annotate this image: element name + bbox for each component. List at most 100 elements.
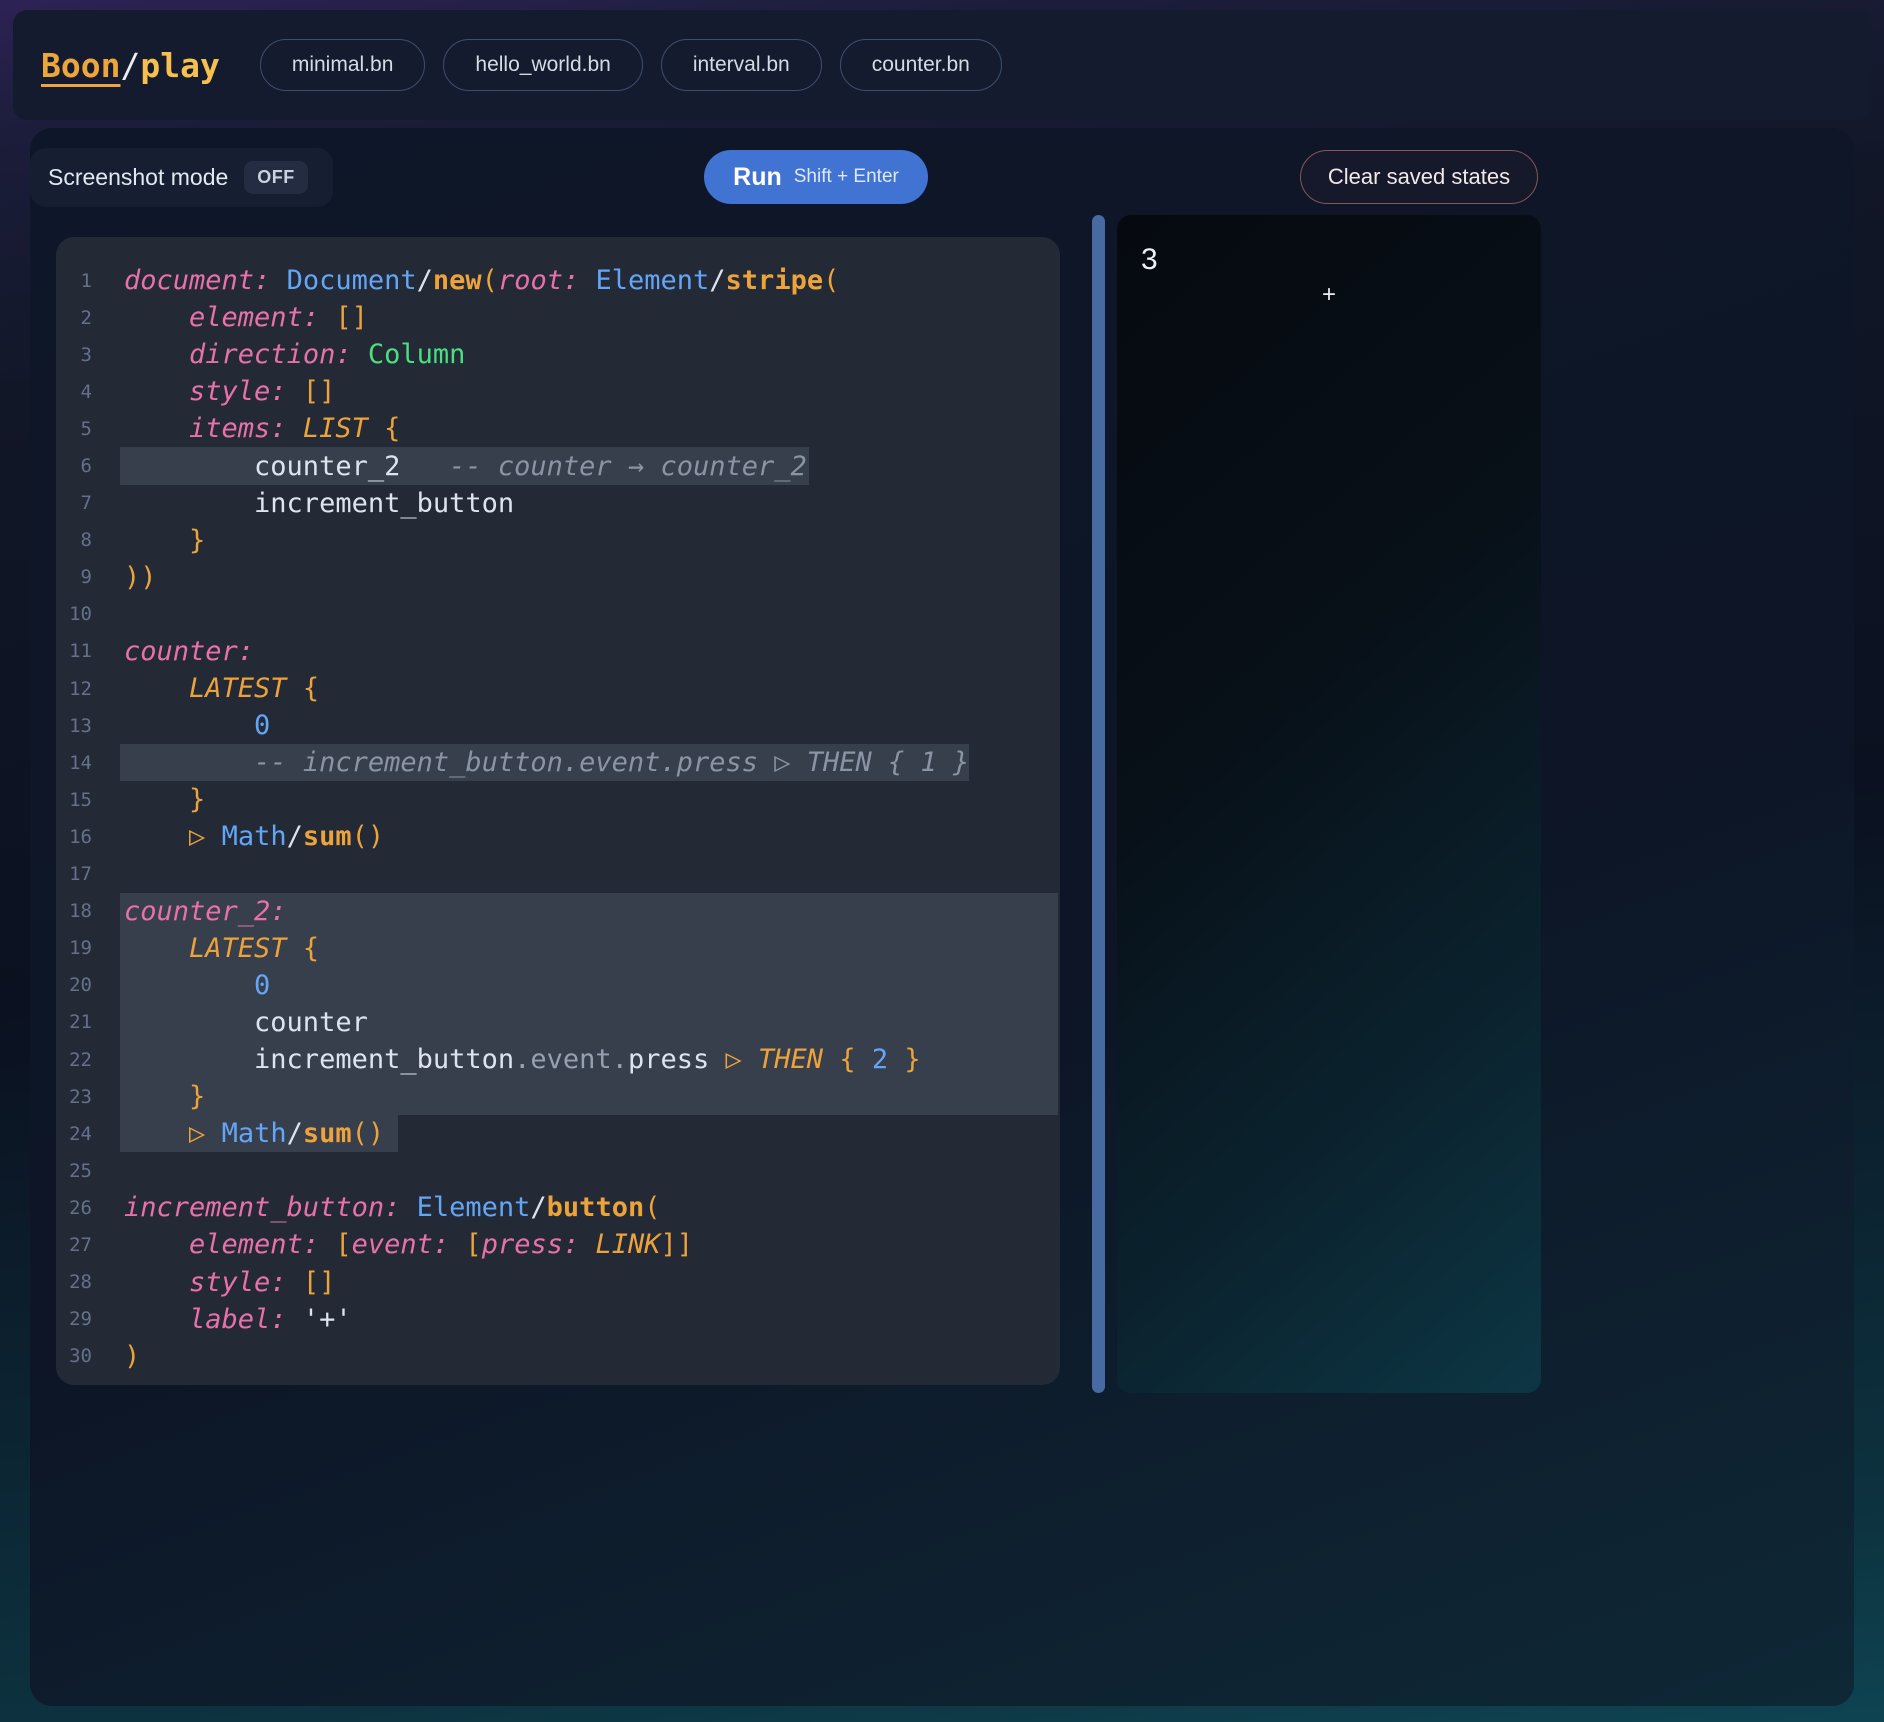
logo-app-name: play <box>140 46 219 85</box>
code-lines: 1 document: Document/new(root: Element/st… <box>56 262 1060 1375</box>
line-number: 21 <box>56 1011 92 1033</box>
code-text: label: '+' <box>124 1304 352 1335</box>
code-line: 6 counter_2 -- counter → counter_2 <box>56 447 1060 484</box>
code-text: 0 <box>124 710 270 741</box>
code-text: ) <box>124 1341 140 1372</box>
code-line: 25 <box>56 1152 1060 1189</box>
code-editor[interactable]: 1 document: Document/new(root: Element/st… <box>56 237 1060 1385</box>
code-text: element: [] <box>124 302 368 333</box>
code-line: 14 -- increment_button.event.press ▷ THE… <box>56 744 1060 781</box>
code-text: counter_2: <box>124 896 287 927</box>
top-bar: Boon/play minimal.bn hello_world.bn inte… <box>13 10 1871 120</box>
line-number: 26 <box>56 1197 92 1219</box>
line-number: 22 <box>56 1049 92 1071</box>
code-text: } <box>124 784 205 815</box>
code-text: )) <box>124 562 157 593</box>
line-number: 25 <box>56 1160 92 1182</box>
line-number: 20 <box>56 974 92 996</box>
code-line: 11counter: <box>56 633 1060 670</box>
code-text: ▷ Math/sum() <box>124 1118 384 1149</box>
line-number: 5 <box>56 418 92 440</box>
main-panel: Screenshot mode OFF Run Shift + Enter Cl… <box>30 128 1854 1706</box>
line-number: 15 <box>56 789 92 811</box>
line-number: 13 <box>56 715 92 737</box>
line-number: 11 <box>56 640 92 662</box>
line-number: 9 <box>56 566 92 588</box>
code-line: 4 style: [] <box>56 373 1060 410</box>
code-text: element: [event: [press: LINK]] <box>124 1229 693 1260</box>
line-number: 14 <box>56 752 92 774</box>
line-number: 29 <box>56 1308 92 1330</box>
logo-separator: / <box>120 46 140 85</box>
tab-counter-bn[interactable]: counter.bn <box>840 39 1002 91</box>
screenshot-mode-label: Screenshot mode <box>48 164 228 191</box>
line-number: 23 <box>56 1086 92 1108</box>
code-text: increment_button <box>124 488 514 519</box>
line-number: 24 <box>56 1123 92 1145</box>
code-text: document: Document/new(root: Element/str… <box>124 265 839 296</box>
code-line: 17 <box>56 856 1060 893</box>
code-text: style: [] <box>124 376 335 407</box>
line-number: 27 <box>56 1234 92 1256</box>
code-line: 29 label: '+' <box>56 1301 1060 1338</box>
code-line: 22 increment_button.event.press ▷ THEN {… <box>56 1041 1060 1078</box>
increment-button[interactable]: + <box>1322 283 1336 307</box>
code-line: 23 } <box>56 1078 1060 1115</box>
code-text: counter <box>124 1007 368 1038</box>
code-line: 12 LATEST { <box>56 670 1060 707</box>
line-number: 8 <box>56 529 92 551</box>
code-line: 20 0 <box>56 967 1060 1004</box>
screenshot-mode-toggle[interactable]: Screenshot mode OFF <box>30 148 333 207</box>
line-number: 2 <box>56 307 92 329</box>
code-line: 13 0 <box>56 707 1060 744</box>
code-line: 7 increment_button <box>56 485 1060 522</box>
line-number: 3 <box>56 344 92 366</box>
line-number: 7 <box>56 492 92 514</box>
code-text: counter_2 -- counter → counter_2 <box>124 451 807 482</box>
code-line: 26 increment_button: Element/button( <box>56 1189 1060 1226</box>
code-line: 21 counter <box>56 1004 1060 1041</box>
run-button-label: Run <box>733 163 782 192</box>
line-number: 10 <box>56 603 92 625</box>
selection-highlight <box>120 1078 1058 1115</box>
panel-resizer[interactable] <box>1092 215 1105 1393</box>
code-text: } <box>124 525 205 556</box>
line-number: 1 <box>56 270 92 292</box>
screenshot-mode-value: OFF <box>244 161 308 194</box>
tab-interval-bn[interactable]: interval.bn <box>661 39 822 91</box>
code-line: 16 ▷ Math/sum() <box>56 818 1060 855</box>
code-line: 9)) <box>56 559 1060 596</box>
code-text: increment_button.event.press ▷ THEN { 2 … <box>124 1044 921 1075</box>
code-text: items: LIST { <box>124 413 400 444</box>
code-text: increment_button: Element/button( <box>124 1192 660 1223</box>
code-text: LATEST { <box>124 933 319 964</box>
code-text: LATEST { <box>124 673 319 704</box>
line-number: 19 <box>56 937 92 959</box>
code-text: -- increment_button.event.press ▷ THEN {… <box>124 747 969 778</box>
run-button-shortcut: Shift + Enter <box>794 166 899 188</box>
code-line: 2 element: [] <box>56 299 1060 336</box>
line-number: 30 <box>56 1345 92 1367</box>
code-line: 1 document: Document/new(root: Element/st… <box>56 262 1060 299</box>
code-line: 3 direction: Column <box>56 336 1060 373</box>
code-text: direction: Column <box>124 339 465 370</box>
code-line: 27 element: [event: [press: LINK]] <box>56 1226 1060 1263</box>
code-line: 18 counter_2: <box>56 893 1060 930</box>
clear-saved-states-button[interactable]: Clear saved states <box>1300 150 1538 204</box>
tab-hello-world-bn[interactable]: hello_world.bn <box>443 39 642 91</box>
code-line: 28 style: [] <box>56 1264 1060 1301</box>
code-line: 15 } <box>56 781 1060 818</box>
line-number: 12 <box>56 678 92 700</box>
tab-minimal-bn[interactable]: minimal.bn <box>260 39 426 91</box>
code-line: 8 } <box>56 522 1060 559</box>
app-logo[interactable]: Boon/play <box>41 46 220 85</box>
run-button[interactable]: Run Shift + Enter <box>704 150 928 204</box>
logo-brand-link[interactable]: Boon <box>41 46 120 85</box>
code-line: 24 ▷ Math/sum() <box>56 1115 1060 1152</box>
code-line: 5 items: LIST { <box>56 410 1060 447</box>
code-line: 10 <box>56 596 1060 633</box>
line-number: 6 <box>56 455 92 477</box>
code-line: 30) <box>56 1338 1060 1375</box>
code-line: 19 LATEST { <box>56 930 1060 967</box>
line-number: 18 <box>56 900 92 922</box>
